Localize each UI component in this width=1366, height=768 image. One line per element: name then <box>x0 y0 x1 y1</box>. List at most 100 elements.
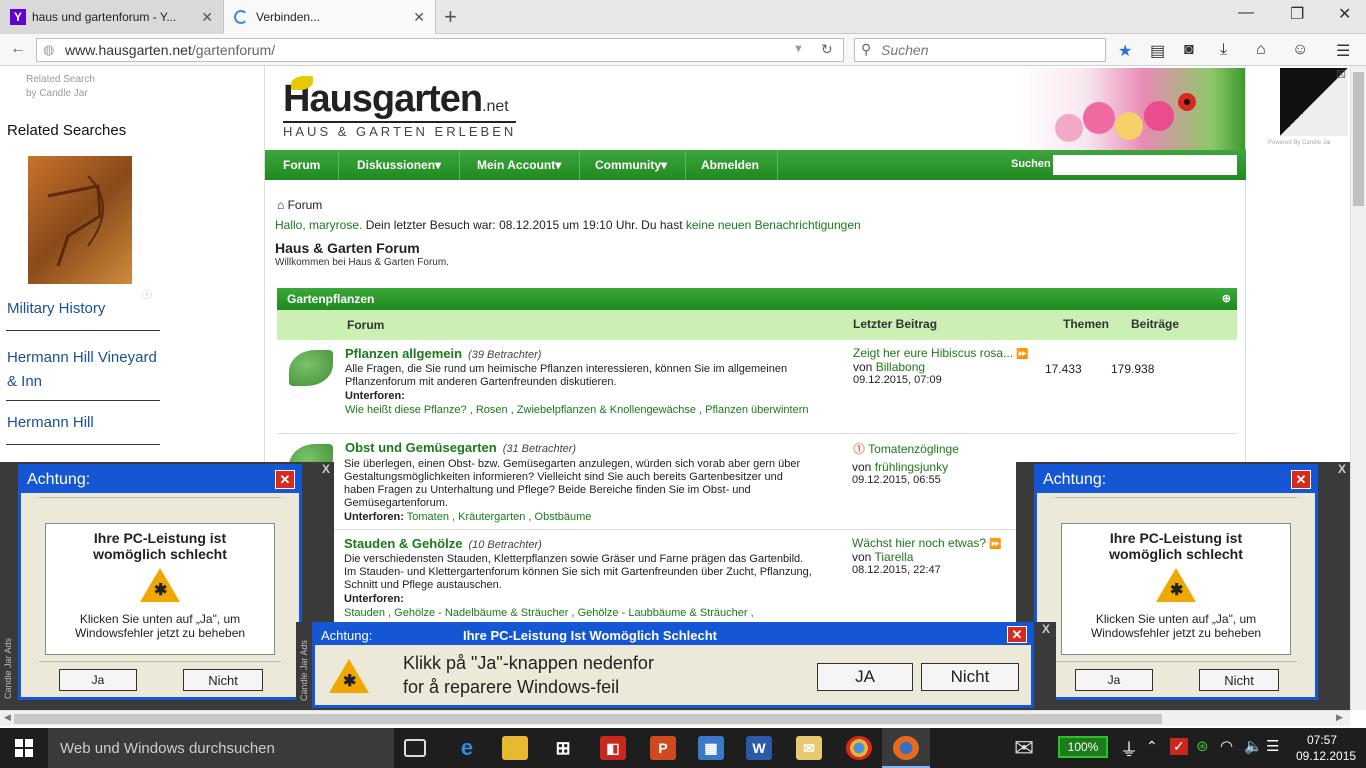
banner-line1: Klikk på "Ja"-knappen nedenfor <box>403 653 654 673</box>
close-tab-icon[interactable]: ✕ <box>201 9 213 26</box>
action-center-icon[interactable]: ☰ <box>1266 737 1279 755</box>
related-link-military-history[interactable]: Military History <box>7 300 105 317</box>
last-post-title[interactable]: Tomatenzöglinge <box>868 442 959 456</box>
breadcrumb-forum[interactable]: Forum <box>288 198 323 212</box>
close-ad-x[interactable]: X <box>1338 462 1346 476</box>
close-ad-x[interactable]: X <box>322 462 330 476</box>
taskbar-search[interactable]: Web und Windows durchsuchen <box>48 728 394 768</box>
goto-post-icon[interactable]: ⏩ <box>1016 349 1028 360</box>
scroll-thumb[interactable] <box>14 714 1162 724</box>
subforum-links[interactable]: Stauden , Gehölze - Nadelbäume & Sträuch… <box>344 607 754 619</box>
subforum-links[interactable]: Tomaten , Kräutergarten , Obstbäume <box>407 511 592 523</box>
powerpoint-icon[interactable]: P <box>650 736 676 760</box>
chrome-icon[interactable] <box>846 736 872 760</box>
maximize-icon[interactable]: ❐ <box>1290 4 1304 24</box>
forum-title-link[interactable]: Stauden & Gehölze <box>344 536 462 551</box>
scroll-thumb[interactable] <box>1353 72 1364 206</box>
edge-icon[interactable]: e <box>454 735 480 760</box>
no-button[interactable]: Nicht <box>1199 669 1279 691</box>
nicht-button[interactable]: Nicht <box>921 663 1019 691</box>
collapse-icon[interactable]: ⊕ <box>1222 292 1231 305</box>
chat-icon[interactable]: ☺ <box>1292 41 1308 59</box>
welcome-hello[interactable]: Hallo, maryrose. <box>275 218 362 232</box>
site-logo[interactable]: Hausgarten.net HAUS & GARTEN ERLEBEN <box>283 76 517 139</box>
info-icon[interactable]: ⓘ <box>142 286 152 301</box>
word-icon[interactable]: W <box>746 736 772 760</box>
horizontal-scrollbar[interactable]: ◀ ▶ <box>0 710 1350 726</box>
menu-icon[interactable]: ☰ <box>1336 41 1350 61</box>
mail-tray-icon[interactable]: ✉ <box>1014 734 1034 763</box>
file-explorer-icon[interactable] <box>502 736 528 760</box>
close-window-icon[interactable]: ✕ <box>1338 4 1351 24</box>
ja-button[interactable]: JA <box>817 663 913 691</box>
notifications-link[interactable]: keine neuen Benachrichtigungen <box>686 218 861 232</box>
yes-button[interactable]: Ja <box>1075 669 1153 691</box>
pocket-icon[interactable]: ◙ <box>1184 41 1194 59</box>
taskbar-clock[interactable]: 07:57 09.12.2015 <box>1296 732 1356 764</box>
menu-diskussionen[interactable]: Diskussionen ▾ <box>339 150 461 180</box>
firefox-active-slot[interactable] <box>882 728 930 768</box>
close-ad-x[interactable]: X <box>1042 622 1050 636</box>
last-post-title[interactable]: Wächst hier noch etwas? <box>852 536 986 550</box>
menu-label: Community <box>595 158 661 172</box>
tab-loading[interactable]: Verbinden... ✕ <box>224 0 436 34</box>
task-view-icon[interactable] <box>404 739 426 757</box>
reload-icon[interactable]: ↻ <box>821 41 833 58</box>
menu-forum[interactable]: Forum <box>265 150 340 180</box>
red-app-icon[interactable]: ◧ <box>600 736 626 760</box>
power-plug-icon[interactable]: ⏚ <box>1120 736 1138 762</box>
last-post-user[interactable]: Billabong <box>876 360 925 374</box>
scroll-left-icon[interactable]: ◀ <box>4 712 11 723</box>
dialog-title-bar: Achtung: ✕ <box>21 467 299 493</box>
menu-abmelden[interactable]: Abmelden <box>683 150 779 180</box>
antivirus-icon[interactable]: ✓ <box>1170 738 1188 755</box>
tab-title: Verbinden... <box>256 10 321 24</box>
wifi-icon[interactable]: ◠ <box>1220 737 1233 755</box>
new-tab-icon[interactable]: + <box>444 4 457 30</box>
vertical-scrollbar[interactable] <box>1350 66 1366 710</box>
forum-title-link[interactable]: Obst und Gemüsegarten <box>345 440 497 455</box>
minimize-icon[interactable]: — <box>1238 4 1254 22</box>
download-icon[interactable]: ⤓ <box>1220 41 1227 59</box>
subforum-links[interactable]: Wie heißt diese Pflanze? , Rosen , Zwieb… <box>345 404 808 416</box>
menu-community[interactable]: Community ▾ <box>577 150 687 180</box>
related-link-hermann-hill[interactable]: Hermann Hill <box>7 414 94 431</box>
dialog-close-icon[interactable]: ✕ <box>275 470 295 489</box>
close-tab-icon[interactable]: ✕ <box>413 9 425 26</box>
tab-yahoo[interactable]: Y haus und gartenforum - Y... ✕ <box>0 0 224 34</box>
store-icon[interactable]: ⊞ <box>550 736 576 760</box>
home-icon[interactable]: ⌂ <box>277 198 284 212</box>
last-post-user[interactable]: Tiarella <box>874 550 913 564</box>
banner-close-icon[interactable]: ✕ <box>1007 626 1027 643</box>
egyptian-relief-image[interactable] <box>28 156 132 284</box>
mail-app-icon[interactable]: ✉ <box>796 736 822 760</box>
start-button[interactable] <box>0 728 48 768</box>
forum-title-link[interactable]: Pflanzen allgemein <box>345 346 462 361</box>
bookmark-star-icon[interactable]: ★ <box>1118 41 1132 61</box>
menu-label: Mein Account <box>477 158 556 172</box>
menu-mein-account[interactable]: Mein Account ▾ <box>459 150 581 180</box>
calculator-icon[interactable]: ▦ <box>698 736 724 760</box>
no-button[interactable]: Nicht <box>183 669 263 691</box>
search-input[interactable]: ⚲ Suchen <box>854 38 1106 62</box>
last-post-title[interactable]: Zeigt her eure Hibiscus rosa... <box>853 346 1013 360</box>
category-header[interactable]: Gartenpflanzen ⊕ <box>277 288 1237 310</box>
yes-button[interactable]: Ja <box>59 669 137 691</box>
subforums-label: Unterforen: <box>345 390 405 402</box>
dropdown-icon[interactable]: ▼ <box>793 43 804 55</box>
related-link-hermann-hill-vineyard[interactable]: Hermann Hill Vineyard & Inn <box>7 346 167 394</box>
network-app-icon[interactable]: ⊛ <box>1196 737 1209 755</box>
tray-expand-icon[interactable]: ⌃ <box>1146 738 1158 755</box>
last-post-user[interactable]: frühlingsjunky <box>875 460 948 474</box>
home-icon[interactable]: ⌂ <box>1256 41 1266 59</box>
forum-search-input[interactable] <box>1053 155 1237 175</box>
reading-list-icon[interactable]: ▤ <box>1150 41 1165 61</box>
close-ad-icon[interactable]: ☒ <box>1336 68 1346 81</box>
goto-post-icon[interactable]: ⏩ <box>989 539 1001 550</box>
battery-indicator[interactable]: 100% <box>1058 736 1108 758</box>
scroll-right-icon[interactable]: ▶ <box>1336 712 1343 723</box>
dialog-close-icon[interactable]: ✕ <box>1291 470 1311 489</box>
url-bar[interactable]: ◍ www.hausgarten.net/gartenforum/ ▼ ↻ <box>36 38 844 62</box>
back-icon[interactable]: ← <box>10 40 26 58</box>
volume-icon[interactable]: 🔈 <box>1244 737 1263 755</box>
